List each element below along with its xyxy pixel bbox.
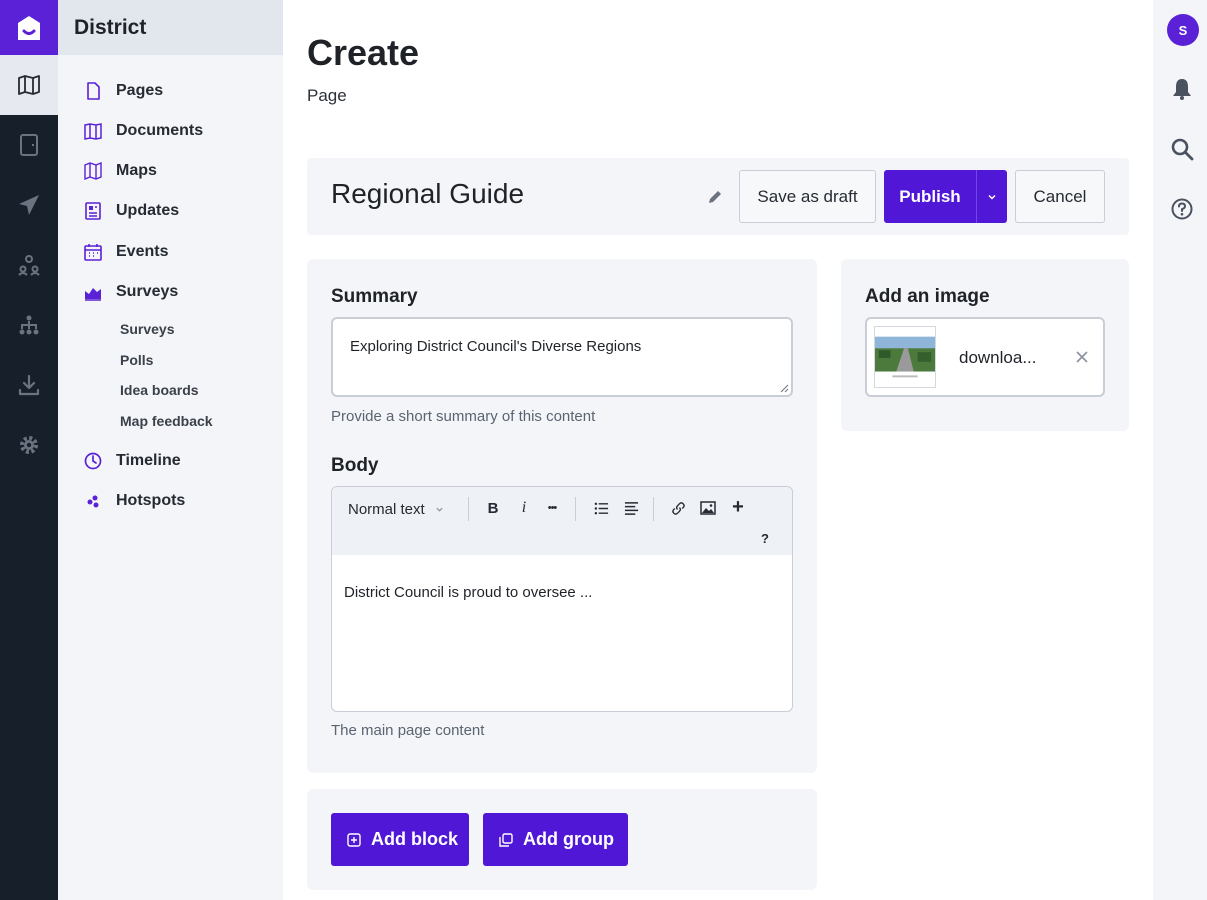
image-button[interactable]: [697, 497, 719, 519]
toolbar-divider: [653, 497, 654, 521]
sidebar-subitem-idea-boards[interactable]: Idea boards: [120, 382, 199, 398]
summary-label: Summary: [331, 286, 418, 307]
image-filename: downloa...: [959, 348, 1037, 367]
close-icon[interactable]: [1075, 350, 1089, 364]
image-thumbnail: [874, 326, 936, 388]
pencil-icon[interactable]: [707, 189, 723, 205]
editor-help-button[interactable]: ?: [754, 527, 776, 549]
italic-button[interactable]: i: [513, 497, 535, 519]
download-icon[interactable]: [0, 355, 58, 415]
sidebar-item-maps[interactable]: Maps: [84, 162, 157, 180]
image-panel: Add an image downloa...: [841, 259, 1129, 431]
text-style-select[interactable]: Normal text: [348, 499, 444, 519]
publish-options-button[interactable]: [976, 170, 1007, 223]
app-rail: [0, 0, 58, 900]
sidebar-item-timeline[interactable]: Timeline: [84, 452, 181, 470]
sidebar-subitem-surveys[interactable]: Surveys: [120, 321, 174, 337]
more-formatting-button[interactable]: •••: [540, 497, 564, 519]
org-chart-icon[interactable]: [0, 295, 58, 355]
body-label: Body: [331, 455, 379, 476]
copy-icon: [499, 832, 513, 847]
sidebar-item-updates[interactable]: Updates: [84, 202, 179, 220]
editor-toolbar: Normal text B i ••• + ?: [332, 487, 792, 555]
sidebar-item-pages[interactable]: Pages: [84, 82, 163, 100]
sidebar-item-documents[interactable]: Documents: [84, 122, 203, 140]
add-block-button[interactable]: Add block: [331, 813, 469, 866]
summary-value: Exploring District Council's Diverse Reg…: [350, 338, 642, 355]
body-content[interactable]: District Council is proud to oversee ...: [344, 584, 592, 601]
align-left-icon: [624, 501, 638, 515]
tablet-icon[interactable]: [0, 115, 58, 175]
summary-help: Provide a short summary of this content: [331, 408, 596, 425]
chevron-down-icon: [436, 507, 443, 512]
title-bar: Regional Guide Save as draft Publish Can…: [307, 158, 1129, 235]
hotspots-icon: [87, 495, 99, 508]
sidebar-subitem-map-feedback[interactable]: Map feedback: [120, 413, 213, 429]
sidebar-item-label: Surveys: [116, 283, 179, 300]
add-button[interactable]: +: [727, 496, 749, 518]
align-button[interactable]: [620, 497, 642, 519]
clock-icon: [84, 452, 102, 470]
sidebar-title: District: [58, 0, 283, 55]
sidebar-item-label: Maps: [116, 162, 157, 179]
sidebar-item-label: Events: [116, 243, 169, 260]
save-draft-button[interactable]: Save as draft: [739, 170, 876, 223]
page-name[interactable]: Regional Guide: [331, 178, 524, 210]
text-style-value: Normal text: [348, 500, 425, 518]
documents-icon: [84, 123, 102, 140]
sidebar-item-label: Documents: [116, 122, 204, 139]
blocks-panel: Add block Add group: [307, 789, 817, 890]
send-icon[interactable]: [0, 175, 58, 235]
updates-icon: [85, 202, 101, 220]
sidebar-item-label: Hotspots: [116, 492, 186, 509]
plus-square-icon: [347, 832, 361, 847]
utility-rail: S: [1153, 0, 1207, 900]
image-icon: [700, 501, 716, 515]
settings-icon[interactable]: [0, 415, 58, 475]
resize-handle-icon[interactable]: [780, 384, 789, 393]
page-title: Create: [307, 32, 420, 73]
image-label: Add an image: [865, 286, 990, 307]
search-icon[interactable]: [1170, 137, 1194, 161]
link-icon: [671, 501, 685, 515]
bell-icon[interactable]: [1170, 77, 1194, 101]
bullet-list-button[interactable]: [590, 497, 612, 519]
sidebar-item-hotspots[interactable]: Hotspots: [84, 492, 185, 510]
avatar[interactable]: S: [1167, 14, 1199, 46]
chevron-down-icon: [988, 194, 996, 200]
sidebar-subitem-polls[interactable]: Polls: [120, 352, 153, 368]
add-group-label: Add group: [523, 829, 614, 849]
users-icon[interactable]: [0, 235, 58, 295]
sidebar-item-label: Timeline: [116, 452, 181, 469]
sidebar-item-surveys[interactable]: Surveys: [84, 283, 178, 301]
chart-icon: [85, 288, 101, 301]
home-logo-icon[interactable]: [0, 0, 58, 55]
page-subtitle: Page: [307, 86, 347, 105]
add-block-label: Add block: [371, 829, 459, 849]
link-button[interactable]: [667, 497, 689, 519]
publish-button[interactable]: Publish: [884, 170, 976, 223]
body-editor: Normal text B i ••• + ? District Council…: [331, 486, 793, 712]
bold-button[interactable]: B: [482, 497, 504, 519]
cancel-button[interactable]: Cancel: [1015, 170, 1105, 223]
toolbar-divider: [575, 497, 576, 521]
sidebar-item-label: Pages: [116, 82, 164, 99]
add-group-button[interactable]: Add group: [483, 813, 628, 866]
toolbar-divider: [468, 497, 469, 521]
help-circle-icon[interactable]: [1170, 197, 1194, 221]
sidebar-item-label: Updates: [116, 202, 180, 219]
bullet-list-icon: [594, 502, 608, 514]
body-help: The main page content: [331, 722, 485, 739]
image-attachment[interactable]: downloa...: [865, 317, 1105, 397]
summary-input[interactable]: Exploring District Council's Diverse Reg…: [331, 317, 793, 397]
map-icon: [84, 162, 102, 180]
sidebar: District Pages Documents Maps Updates Ev…: [58, 0, 283, 900]
content-panel: Summary Exploring District Council's Div…: [307, 259, 817, 773]
sidebar-item-events[interactable]: Events: [84, 243, 168, 261]
book-open-icon[interactable]: [0, 55, 58, 115]
page-icon: [87, 82, 100, 100]
calendar-icon: [84, 244, 102, 261]
